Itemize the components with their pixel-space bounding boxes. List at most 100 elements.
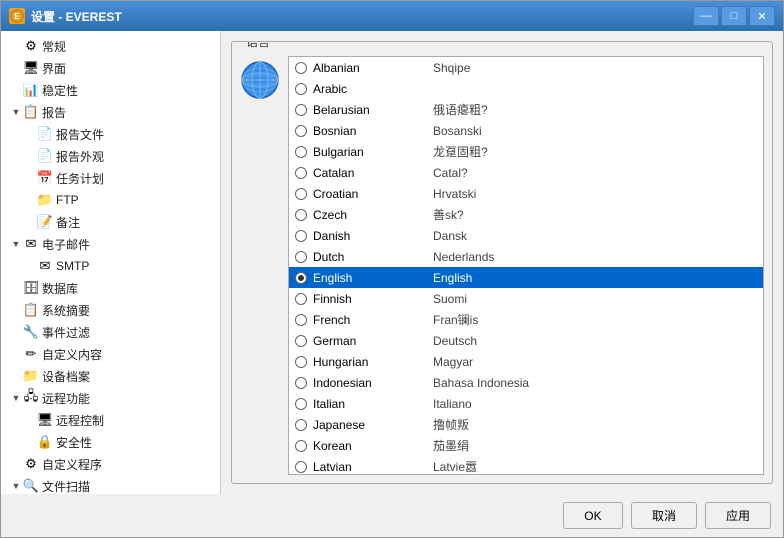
lang-row-french[interactable]: FrenchFran镧is	[289, 309, 763, 330]
sidebar-item-shujuku[interactable]: 🗄数据库	[1, 277, 220, 299]
tree-toggle: ▼	[9, 105, 23, 119]
lang-native: 龙趸固粗?	[433, 143, 488, 160]
lang-row-latvian[interactable]: LatvianLatvie嚣	[289, 456, 763, 474]
lang-row-japanese[interactable]: Japanese撸帧叛	[289, 414, 763, 435]
sidebar-item-shijianhuolv[interactable]: 🔧事件过滤	[1, 321, 220, 343]
sidebar-item-anquanxing[interactable]: 🔒安全性	[1, 431, 220, 453]
lang-radio	[295, 209, 307, 221]
lang-native: 撸帧叛	[433, 416, 469, 433]
lang-radio	[295, 62, 307, 74]
sidebar-item-changgui[interactable]: ⚙常规	[1, 35, 220, 57]
list-icon: 📋	[23, 302, 39, 318]
lang-row-croatian[interactable]: CroatianHrvatski	[289, 183, 763, 204]
lang-name: Croatian	[313, 187, 433, 201]
lang-radio	[295, 377, 307, 389]
sidebar-item-yuanchengkongzhi[interactable]: 🖥远程控制	[1, 409, 220, 431]
lang-name: German	[313, 334, 433, 348]
svg-text:E: E	[14, 12, 20, 21]
sidebar-item-baogaowenjian[interactable]: 📄报告文件	[1, 123, 220, 145]
note-icon: 📝	[37, 214, 53, 230]
bottom-bar: OK 取消 应用	[1, 494, 783, 537]
sidebar-item-label: 报告外观	[56, 148, 104, 165]
apply-button[interactable]: 应用	[705, 502, 771, 529]
sidebar-item-ftp[interactable]: 📁FTP	[1, 189, 220, 211]
lang-row-albanian[interactable]: AlbanianShqipe	[289, 57, 763, 78]
lang-native: Bosanski	[433, 124, 482, 138]
sidebar-item-baogaowaiguan[interactable]: 📄报告外观	[1, 145, 220, 167]
sidebar: ⚙常规🖥界面📊稳定性▼📋报告📄报告文件📄报告外观📅任务计划📁FTP📝备注▼✉电子…	[1, 31, 221, 494]
title-bar-left: E 设置 - EVEREST	[9, 8, 122, 25]
lang-native: 俄语瘪粗?	[433, 101, 488, 118]
lang-row-dutch[interactable]: DutchNederlands	[289, 246, 763, 267]
lang-row-finnish[interactable]: FinnishSuomi	[289, 288, 763, 309]
lang-radio	[295, 335, 307, 347]
sidebar-item-dianziyoujian[interactable]: ▼✉电子邮件	[1, 233, 220, 255]
tree-toggle	[23, 193, 37, 207]
lang-row-korean[interactable]: Korean茄墨绢	[289, 435, 763, 456]
window-controls: — □ ✕	[693, 6, 775, 26]
lang-native: Nederlands	[433, 250, 494, 264]
lang-row-czech[interactable]: Czech善sk?	[289, 204, 763, 225]
filter-icon: 🔧	[23, 324, 39, 340]
folder-icon: 📁	[23, 368, 39, 384]
sidebar-item-baogao[interactable]: ▼📋报告	[1, 101, 220, 123]
sidebar-item-label: 文件扫描	[42, 478, 90, 495]
tree-toggle	[9, 303, 23, 317]
sidebar-item-beizhu[interactable]: 📝备注	[1, 211, 220, 233]
lang-name: Indonesian	[313, 376, 433, 390]
lang-row-german[interactable]: GermanDeutsch	[289, 330, 763, 351]
sidebar-item-xitongzhaiyao[interactable]: 📋系统摘要	[1, 299, 220, 321]
tree-toggle	[9, 457, 23, 471]
language-group: 语言	[231, 41, 773, 484]
lang-row-danish[interactable]: DanishDansk	[289, 225, 763, 246]
minimize-button[interactable]: —	[693, 6, 719, 26]
scan-icon: 🔍	[23, 478, 39, 494]
lang-name: Bosnian	[313, 124, 433, 138]
lang-native: Italiano	[433, 397, 472, 411]
sidebar-item-yuanchengGongneng[interactable]: ▼🖧远程功能	[1, 387, 220, 409]
group-box-content: AlbanianShqipeArabicBelarusian俄语瘪粗?Bosni…	[232, 42, 772, 483]
lang-row-indonesian[interactable]: IndonesianBahasa Indonesia	[289, 372, 763, 393]
lang-row-catalan[interactable]: CatalanCatal?	[289, 162, 763, 183]
sidebar-item-wenjianSaomiao[interactable]: ▼🔍文件扫描	[1, 475, 220, 494]
sidebar-item-label: 报告文件	[56, 126, 104, 143]
lock-icon: 🔒	[37, 434, 53, 450]
close-button[interactable]: ✕	[749, 6, 775, 26]
email-icon: ✉	[23, 236, 39, 252]
tree-toggle	[23, 435, 37, 449]
sidebar-item-label: 远程功能	[42, 390, 90, 407]
sidebar-item-label: 备注	[56, 214, 80, 231]
language-list[interactable]: AlbanianShqipeArabicBelarusian俄语瘪粗?Bosni…	[289, 57, 763, 474]
lang-name: Czech	[313, 208, 433, 222]
lang-row-belarusian[interactable]: Belarusian俄语瘪粗?	[289, 99, 763, 120]
tree-toggle	[23, 127, 37, 141]
lang-native: Deutsch	[433, 334, 477, 348]
lang-native: Shqipe	[433, 61, 470, 75]
lang-row-arabic[interactable]: Arabic	[289, 78, 763, 99]
lang-name: Latvian	[313, 460, 433, 474]
report-icon: 📋	[23, 104, 39, 120]
sidebar-item-smtp[interactable]: ✉SMTP	[1, 255, 220, 277]
sidebar-item-label: FTP	[56, 193, 79, 207]
maximize-button[interactable]: □	[721, 6, 747, 26]
sidebar-item-renwujihua[interactable]: 📅任务计划	[1, 167, 220, 189]
lang-row-italian[interactable]: ItalianItaliano	[289, 393, 763, 414]
cancel-button[interactable]: 取消	[631, 502, 697, 529]
lang-row-hungarian[interactable]: HungarianMagyar	[289, 351, 763, 372]
tree-toggle: ▼	[9, 237, 23, 251]
lang-name: Hungarian	[313, 355, 433, 369]
sidebar-item-label: 常规	[42, 38, 66, 55]
lang-radio	[295, 419, 307, 431]
sidebar-item-zidingyichengxu[interactable]: ⚙自定义程序	[1, 453, 220, 475]
lang-radio	[295, 188, 307, 200]
sidebar-item-shebeidangan[interactable]: 📁设备档案	[1, 365, 220, 387]
sidebar-item-wendingxing[interactable]: 📊稳定性	[1, 79, 220, 101]
ok-button[interactable]: OK	[563, 502, 623, 529]
sidebar-item-label: 稳定性	[42, 82, 78, 99]
lang-row-bulgarian[interactable]: Bulgarian龙趸固粗?	[289, 141, 763, 162]
lang-row-bosnian[interactable]: BosnianBosanski	[289, 120, 763, 141]
lang-name: Italian	[313, 397, 433, 411]
lang-row-english[interactable]: EnglishEnglish	[289, 267, 763, 288]
sidebar-item-jiemian[interactable]: 🖥界面	[1, 57, 220, 79]
sidebar-item-zidingyineirong[interactable]: ✏自定义内容	[1, 343, 220, 365]
